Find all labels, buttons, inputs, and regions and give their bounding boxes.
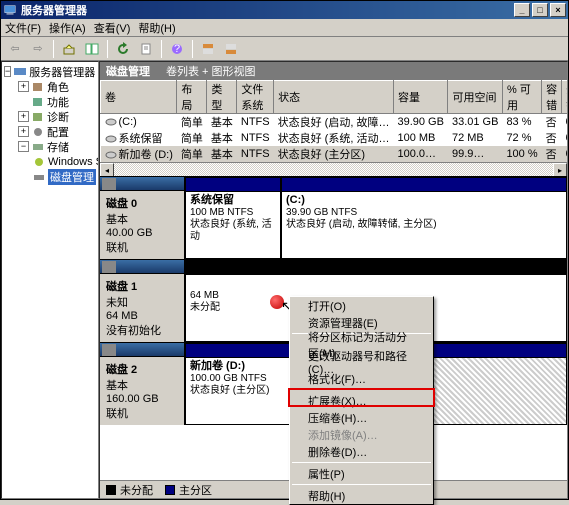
forward-button[interactable]: ⇨ [28,39,48,59]
disk-info[interactable]: 磁盘 0基本40.00 GB联机 [100,177,185,259]
menu-shrink[interactable]: 压缩卷(H)… [290,409,433,426]
view-top-button[interactable] [198,39,218,59]
partition[interactable]: 系统保留100 MB NTFS状态良好 (系统, 活动 [185,177,281,259]
legend-primary-label: 主分区 [179,482,212,498]
server-icon [13,66,27,78]
menu-open[interactable]: 打开(O) [290,297,433,314]
app-icon [3,3,17,17]
menu-help[interactable]: 帮助(H) [138,20,175,36]
properties-button[interactable] [136,39,156,59]
diagnostics-icon [31,111,45,123]
tree-config[interactable]: +配置 [18,124,96,139]
scroll-right-button[interactable]: ▸ [553,163,567,177]
disk-icon [102,344,116,356]
close-button[interactable]: × [550,3,566,17]
server-manager-window: 服务器管理器 _ □ × 文件(F) 操作(A) 查看(V) 帮助(H) ⇦ ⇨… [0,0,569,500]
window-title: 服务器管理器 [21,2,87,18]
volume-row[interactable]: (C:)简单基本NTFS状态良好 (启动, 故障…39.90 GB33.01 G… [101,114,569,131]
config-icon [31,126,45,138]
view-bottom-button[interactable] [221,39,241,59]
features-icon [31,96,45,108]
disk-row: 磁盘 0基本40.00 GB联机系统保留100 MB NTFS状态良好 (系统,… [100,176,567,259]
disk-info[interactable]: 磁盘 1未知64 MB没有初始化 [100,260,185,342]
col-volume[interactable]: 卷 [101,81,177,114]
tree-diagnostics[interactable]: +诊断 [18,109,96,124]
context-menu: 打开(O) 资源管理器(E) 将分区标记为活动分区(M) 更改驱动器号和路径(C… [289,296,434,505]
col-free[interactable]: 可用空间 [448,81,502,114]
up-button[interactable] [59,39,79,59]
col-layout[interactable]: 布局 [177,81,207,114]
titlebar: 服务器管理器 _ □ × [1,1,568,19]
refresh-button[interactable] [113,39,133,59]
menu-extend[interactable]: 扩展卷(X)… [290,392,433,409]
minimize-button[interactable]: _ [514,3,530,17]
content-title: 磁盘管理 [106,63,150,79]
legend-primary-swatch [165,485,175,495]
menu-properties[interactable]: 属性(P) [290,465,433,482]
disk-info[interactable]: 磁盘 2基本160.00 GB联机 [100,343,185,425]
tree-windows-backup[interactable]: Windows S [32,154,96,169]
menu-mirror: 添加镜像(A)… [290,426,433,443]
content-header: 磁盘管理 卷列表 + 图形视图 [100,62,567,80]
menu-file[interactable]: 文件(F) [5,20,41,36]
show-hide-button[interactable] [82,39,102,59]
maximize-button[interactable]: □ [532,3,548,17]
legend-unallocated-swatch [106,485,116,495]
menu-delete[interactable]: 删除卷(D)… [290,443,433,460]
toolbar: ⇦ ⇨ ? [1,37,568,61]
backup-icon [32,156,46,168]
col-capacity[interactable]: 容量 [393,81,447,114]
volume-row[interactable]: 系统保留简单基本NTFS状态良好 (系统, 活动…100 MB72 MB72 %… [101,130,569,146]
content-subtitle: 卷列表 + 图形视图 [166,63,256,79]
storage-icon [31,141,45,153]
disk-icon [102,178,116,190]
col-fault[interactable]: 容错 [542,81,562,114]
col-overhead[interactable]: 开销 [562,81,568,114]
partition[interactable]: (C:)39.90 GB NTFS状态良好 (启动, 故障转储, 主分区) [281,177,567,259]
volume-row[interactable]: 新加卷 (D:)简单基本NTFS状态良好 (主分区)100.0…99.9…100… [101,146,569,162]
col-fs[interactable]: 文件系统 [237,81,274,114]
back-button[interactable]: ⇦ [5,39,25,59]
menubar: 文件(F) 操作(A) 查看(V) 帮助(H) [1,19,568,37]
menu-view[interactable]: 查看(V) [94,20,131,36]
disk-icon [102,261,116,273]
svg-text:?: ? [174,43,180,55]
disk-mgmt-icon [32,171,46,183]
expand-icon[interactable]: + [18,111,29,122]
expand-icon[interactable]: + [18,126,29,137]
tree-disk-mgmt[interactable]: 磁盘管理 [32,169,96,184]
scroll-left-button[interactable]: ◂ [100,163,114,177]
collapse-icon[interactable]: − [4,66,11,77]
tree-root[interactable]: − 服务器管理器 (W [4,64,96,79]
tree-storage[interactable]: −存储 [18,139,96,154]
col-pct[interactable]: % 可用 [502,81,541,114]
collapse-icon[interactable]: − [18,141,29,152]
menu-change-letter[interactable]: 更改驱动器号和路径(C)… [290,353,433,370]
roles-icon [31,81,45,93]
col-type[interactable]: 类型 [207,81,237,114]
tree-roles[interactable]: +角色 [18,79,96,94]
navigation-tree[interactable]: − 服务器管理器 (W +角色 功能 +诊断 +配置 −存储 Windows S… [1,61,99,499]
tree-features[interactable]: 功能 [18,94,96,109]
menu-help[interactable]: 帮助(H) [290,487,433,504]
volume-table[interactable]: 卷 布局 类型 文件系统 状态 容量 可用空间 % 可用 容错 开销 (C:)简… [100,80,568,162]
menu-action[interactable]: 操作(A) [49,20,86,36]
help-button[interactable]: ? [167,39,187,59]
expand-icon[interactable]: + [18,81,29,92]
legend-unallocated-label: 未分配 [120,482,153,498]
col-status[interactable]: 状态 [274,81,394,114]
volume-scrollbar[interactable]: ◂ ▸ [100,162,567,176]
